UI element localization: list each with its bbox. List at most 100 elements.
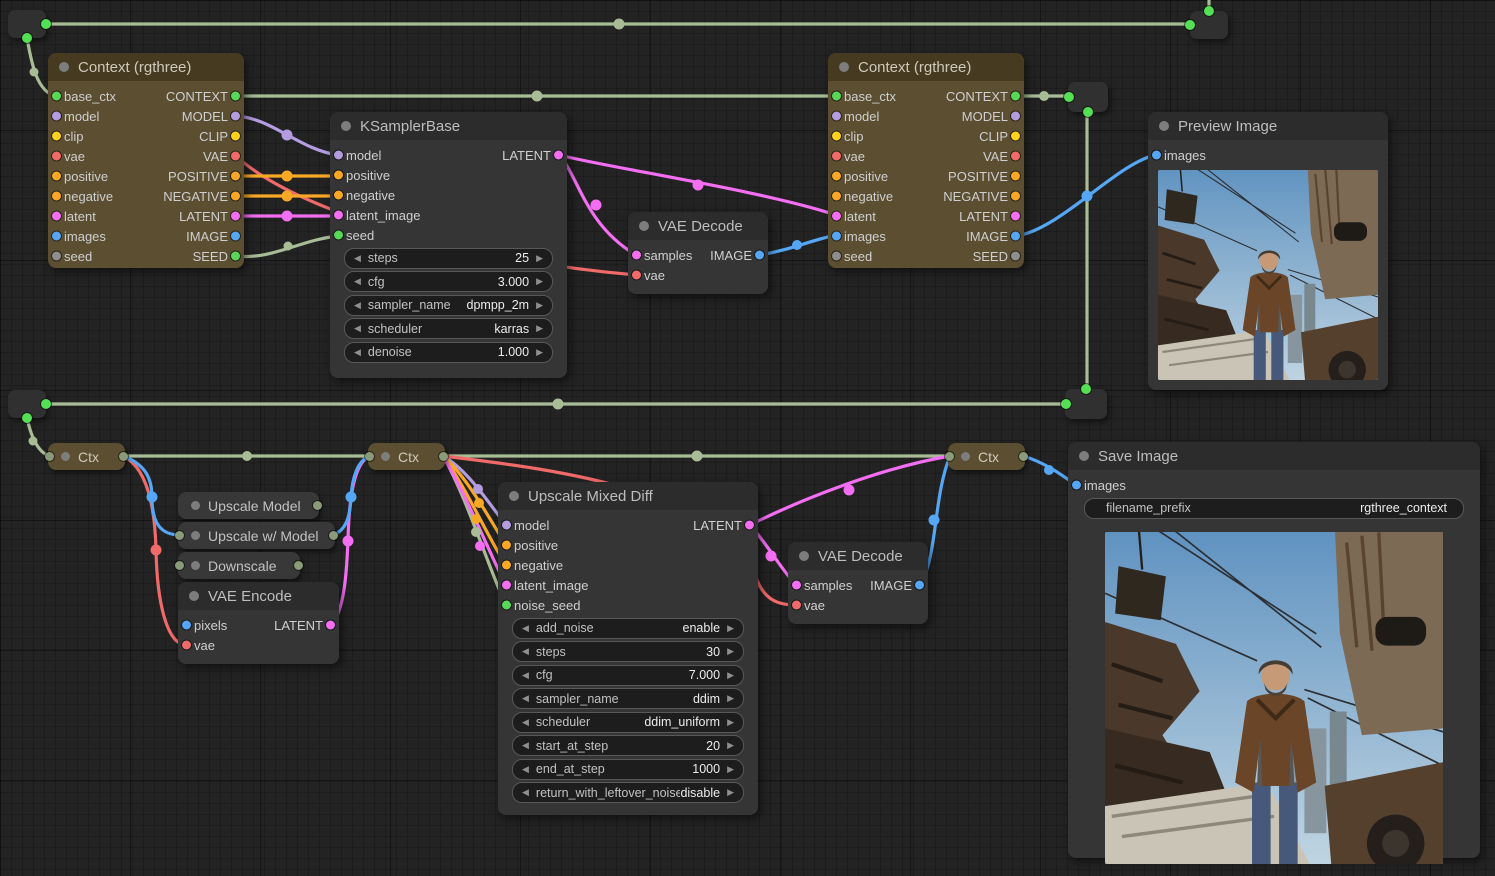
widget-denoise[interactable]: ◀denoise1.000▶ <box>344 342 553 363</box>
input-port-latent-image[interactable] <box>334 211 343 220</box>
increment-arrow-icon[interactable]: ▶ <box>536 276 543 287</box>
node-header[interactable]: VAE Encode <box>178 582 339 610</box>
input-port-positive[interactable] <box>832 172 841 181</box>
increment-arrow-icon[interactable]: ▶ <box>727 670 734 681</box>
input-port-vae[interactable] <box>792 601 801 610</box>
node-ksampler-base[interactable]: KSamplerBase modelLATENT positive negati… <box>330 112 567 378</box>
collapse-dot-icon[interactable] <box>509 491 519 501</box>
collapse-dot-icon[interactable] <box>961 452 970 461</box>
node-context-rgthree-2[interactable]: Context (rgthree) base_ctxCONTEXT modelM… <box>828 53 1024 268</box>
input-port-base_ctx[interactable] <box>52 92 61 101</box>
widget-sampler-name[interactable]: ◀sampler_nameddim▶ <box>512 688 744 709</box>
input-port-noise-seed[interactable] <box>502 601 511 610</box>
output-port-context[interactable] <box>231 92 240 101</box>
collapse-dot-icon[interactable] <box>191 501 200 510</box>
output-port-negative[interactable] <box>1011 192 1020 201</box>
output-port-positive[interactable] <box>231 172 240 181</box>
input-port-latent[interactable] <box>52 212 61 221</box>
output-port-dot[interactable] <box>439 452 448 461</box>
widget-steps[interactable]: ◀steps30▶ <box>512 641 744 662</box>
input-port-latent[interactable] <box>832 212 841 221</box>
increment-arrow-icon[interactable]: ▶ <box>727 623 734 634</box>
collapse-dot-icon[interactable] <box>191 531 200 540</box>
node-downscale-collapsed[interactable]: Downscale <box>178 552 300 579</box>
output-port-image[interactable] <box>755 251 764 260</box>
reroute-output-port[interactable] <box>1204 6 1214 16</box>
input-port-model[interactable] <box>502 521 511 530</box>
widget-scheduler[interactable]: ◀schedulerkarras▶ <box>344 318 553 339</box>
output-port-latent[interactable] <box>1011 212 1020 221</box>
input-port-seed[interactable] <box>52 252 61 261</box>
collapse-dot-icon[interactable] <box>1079 451 1089 461</box>
node-upscale-mixed-diff[interactable]: Upscale Mixed Diff modelLATENT positive … <box>498 482 758 815</box>
widget-sampler-name[interactable]: ◀sampler_namedpmpp_2m▶ <box>344 295 553 316</box>
increment-arrow-icon[interactable]: ▶ <box>727 787 734 798</box>
reroute-output-port[interactable] <box>22 413 32 423</box>
input-port-seed[interactable] <box>832 252 841 261</box>
output-port-seed[interactable] <box>231 252 240 261</box>
decrement-arrow-icon[interactable]: ◀ <box>354 323 361 334</box>
node-graph-canvas[interactable]: Context (rgthree) base_ctxCONTEXT modelM… <box>0 0 1495 876</box>
widget-cfg[interactable]: ◀cfg7.000▶ <box>512 665 744 686</box>
collapse-dot-icon[interactable] <box>639 221 649 231</box>
output-port-clip[interactable] <box>231 132 240 141</box>
output-port-model[interactable] <box>231 112 240 121</box>
input-port-dot[interactable] <box>945 452 954 461</box>
node-header[interactable]: VAE Decode <box>628 212 768 240</box>
input-port-vae[interactable] <box>182 641 191 650</box>
node-vae-decode-2[interactable]: VAE Decode samplesIMAGE vae <box>788 542 928 624</box>
node-save-image[interactable]: Save Image images filename_prefix rgthre… <box>1068 442 1480 858</box>
increment-arrow-icon[interactable]: ▶ <box>536 347 543 358</box>
widget-return-with-leftover-noise[interactable]: ◀return_with_leftover_noisedisable▶ <box>512 782 744 803</box>
widget-scheduler[interactable]: ◀schedulerddim_uniform▶ <box>512 712 744 733</box>
reroute-node-top-left[interactable] <box>8 10 46 38</box>
node-ctx-collapsed-3[interactable]: Ctx <box>948 443 1025 470</box>
node-header[interactable]: Save Image <box>1068 442 1480 470</box>
input-port-dot[interactable] <box>365 452 374 461</box>
output-port-positive[interactable] <box>1011 172 1020 181</box>
node-ctx-collapsed-2[interactable]: Ctx <box>368 443 445 470</box>
increment-arrow-icon[interactable]: ▶ <box>727 646 734 657</box>
collapse-dot-icon[interactable] <box>799 551 809 561</box>
widget-start-at-step[interactable]: ◀start_at_step20▶ <box>512 735 744 756</box>
output-port-image[interactable] <box>231 232 240 241</box>
input-port-base_ctx[interactable] <box>832 92 841 101</box>
input-port-vae[interactable] <box>632 271 641 280</box>
node-ctx-collapsed-1[interactable]: Ctx <box>48 443 125 470</box>
node-preview-image[interactable]: Preview Image images <box>1148 112 1388 390</box>
input-port-latent-image[interactable] <box>502 581 511 590</box>
input-port-samples[interactable] <box>792 581 801 590</box>
output-port-dot[interactable] <box>313 501 322 510</box>
decrement-arrow-icon[interactable]: ◀ <box>354 300 361 311</box>
decrement-arrow-icon[interactable]: ◀ <box>354 276 361 287</box>
node-context-rgthree-1[interactable]: Context (rgthree) base_ctxCONTEXT modelM… <box>48 53 244 268</box>
input-port-seed[interactable] <box>334 231 343 240</box>
reroute-node-top-right[interactable] <box>1190 11 1228 39</box>
input-port-vae[interactable] <box>52 152 61 161</box>
input-port-negative[interactable] <box>502 561 511 570</box>
input-port-images[interactable] <box>832 232 841 241</box>
decrement-arrow-icon[interactable]: ◀ <box>522 787 529 798</box>
output-port-clip[interactable] <box>1011 132 1020 141</box>
input-port-negative[interactable] <box>832 192 841 201</box>
reroute-output-port[interactable] <box>1061 399 1071 409</box>
decrement-arrow-icon[interactable]: ◀ <box>522 646 529 657</box>
reroute-node-context-down[interactable] <box>1068 82 1108 112</box>
widget-filename-prefix[interactable]: filename_prefix rgthree_context <box>1084 498 1464 519</box>
output-port-dot[interactable] <box>329 531 338 540</box>
input-port-dot[interactable] <box>45 452 54 461</box>
node-header[interactable]: Upscale Mixed Diff <box>498 482 758 510</box>
input-port-images[interactable] <box>1152 151 1161 160</box>
decrement-arrow-icon[interactable]: ◀ <box>522 693 529 704</box>
reroute-input-port[interactable] <box>1064 92 1074 102</box>
input-port-images[interactable] <box>52 232 61 241</box>
node-header[interactable]: Preview Image <box>1148 112 1388 140</box>
output-port-latent[interactable] <box>745 521 754 530</box>
input-port-dot[interactable] <box>175 531 184 540</box>
widget-end-at-step[interactable]: ◀end_at_step1000▶ <box>512 759 744 780</box>
output-port-latent[interactable] <box>554 151 563 160</box>
node-header[interactable]: KSamplerBase <box>330 112 567 140</box>
reroute-input-port[interactable] <box>1081 384 1091 394</box>
increment-arrow-icon[interactable]: ▶ <box>727 693 734 704</box>
input-port-samples[interactable] <box>632 251 641 260</box>
